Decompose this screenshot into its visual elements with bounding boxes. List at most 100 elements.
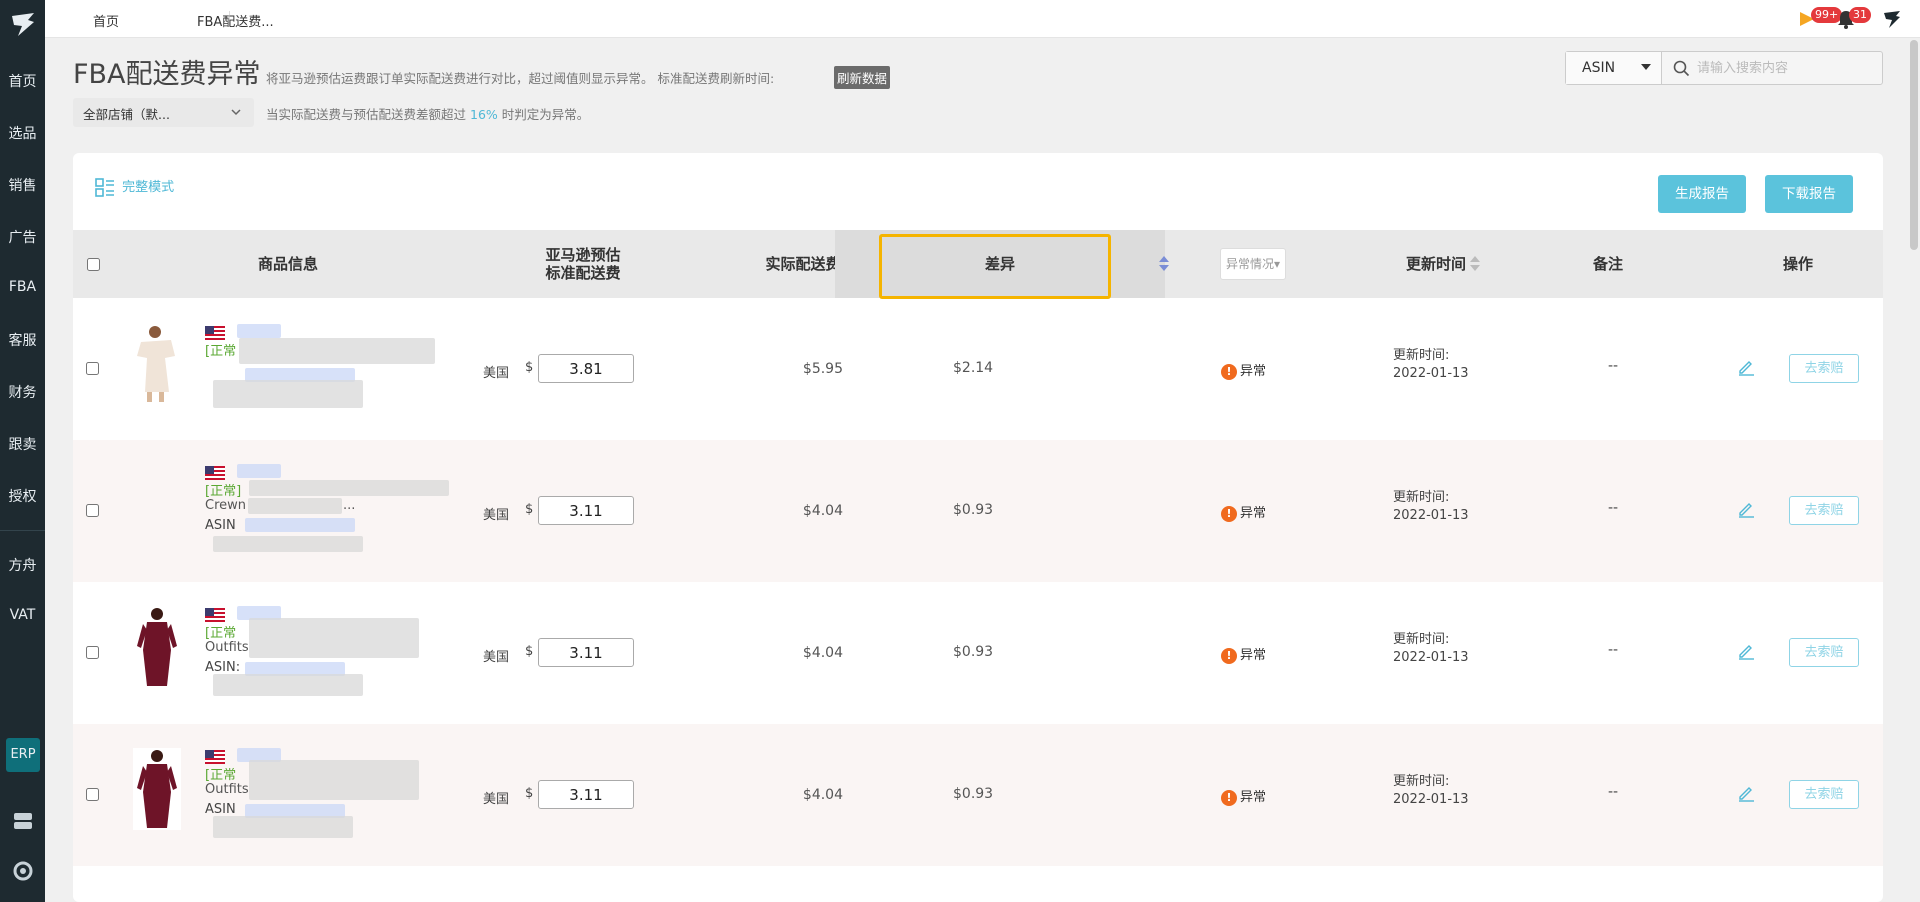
estimated-fee-input[interactable] [538, 780, 634, 809]
redacted-title-2 [248, 498, 342, 514]
sidebar-item-erp[interactable]: ERP [6, 738, 40, 772]
sidebar-item-ads[interactable]: 广告 [0, 227, 45, 247]
estimated-fee-input[interactable] [538, 638, 634, 667]
chevron-down-icon [231, 109, 241, 116]
actual-fee: $4.04 [802, 787, 843, 803]
updated-label: 更新时间: [1393, 774, 1450, 789]
estimated-fee-input[interactable] [538, 496, 634, 525]
page-title: FBA配送费异常 [73, 59, 261, 90]
listing-status: [正常 [205, 768, 237, 783]
note-value: -- [1608, 784, 1619, 800]
search-input[interactable] [1663, 52, 1882, 84]
top-bar: 首页 FBA配送费... 99+ 31 [45, 0, 1920, 38]
edit-icon[interactable] [1737, 500, 1755, 518]
sort-diff-icon[interactable] [1159, 256, 1169, 272]
generate-report-button[interactable]: 生成报告 [1658, 175, 1746, 213]
sidebar-item-auth[interactable]: 授权 [0, 486, 45, 506]
th-action: 操作 [1782, 255, 1813, 273]
search-type-select[interactable]: ASIN [1566, 52, 1662, 84]
country-label: 美国 [483, 650, 510, 665]
row-checkbox[interactable] [86, 788, 99, 801]
sidebar-item-home[interactable]: 首页 [0, 71, 45, 91]
status-filter-label: 异常情况 [1225, 257, 1274, 271]
listing-status: [正常 [205, 626, 237, 641]
sidebar-divider [0, 530, 45, 531]
breadcrumb-home[interactable]: 首页 [93, 11, 119, 30]
th-estimated-fee: 亚马逊预估 标准配送费 [503, 230, 663, 298]
edit-icon[interactable] [1737, 358, 1755, 376]
fee-diff: $0.93 [953, 786, 994, 802]
redacted-asin [245, 518, 355, 532]
updated-label: 更新时间: [1393, 348, 1450, 363]
redacted-meta [213, 536, 363, 552]
sort-updated-icon[interactable] [1470, 256, 1480, 272]
redacted-sku [237, 464, 281, 478]
full-mode-toggle[interactable]: 完整模式 [95, 176, 174, 198]
fee-diff: $0.93 [953, 644, 994, 660]
currency-symbol: $ [525, 360, 534, 375]
updated-date: 2022-01-13 [1393, 792, 1469, 807]
edit-icon[interactable] [1737, 784, 1755, 802]
search-type-value: ASIN [1582, 60, 1616, 76]
sidebar-item-ark[interactable]: 方舟 [0, 555, 45, 575]
estimated-fee-input[interactable] [538, 354, 634, 383]
user-avatar-icon[interactable] [1881, 8, 1903, 30]
sidebar-item-fba[interactable]: FBA [0, 279, 45, 295]
th-diff[interactable]: 差异 [835, 230, 1169, 298]
note-value: -- [1608, 500, 1619, 516]
edit-icon[interactable] [1737, 642, 1755, 660]
sidebar-item-finance[interactable]: 财务 [0, 382, 45, 402]
note-value: -- [1608, 358, 1619, 374]
table-row: [正常 Outfits ASIN: 美国 $ $4.04 $0.93 !异常 更… [73, 582, 1883, 724]
select-all-checkbox[interactable] [86, 257, 100, 271]
listing-status: [正常 [205, 344, 237, 359]
sidebar-item-service[interactable]: 客服 [0, 330, 45, 350]
note-value: -- [1608, 642, 1619, 658]
sidebar-item-sales[interactable]: 销售 [0, 175, 45, 195]
abnormal-label: 异常 [1240, 790, 1267, 805]
th-updated-label: 更新时间 [1405, 255, 1466, 273]
refresh-data-button[interactable]: 刷新数据 [834, 66, 891, 89]
asin-label: ASIN [205, 518, 236, 533]
row-checkbox[interactable] [86, 362, 99, 375]
us-flag-icon [205, 608, 225, 622]
product-thumbnail[interactable] [133, 606, 181, 688]
product-thumbnail[interactable] [133, 322, 181, 404]
app-logo-icon[interactable] [8, 10, 38, 40]
updated-date: 2022-01-13 [1393, 508, 1469, 523]
claim-button[interactable]: 去索赔 [1789, 638, 1859, 667]
sidebar-item-follow[interactable]: 跟卖 [0, 434, 45, 454]
store-select[interactable]: 全部店铺（默... [73, 98, 254, 127]
fee-diff: $0.93 [953, 502, 994, 518]
breadcrumb-current[interactable]: FBA配送费... [197, 11, 274, 30]
download-report-button[interactable]: 下载报告 [1765, 175, 1853, 213]
fee-diff: $2.14 [953, 360, 994, 376]
claim-button[interactable]: 去索赔 [1789, 780, 1859, 809]
redacted-title [249, 760, 419, 800]
th-status: 异常情况▾ [1203, 230, 1303, 298]
actual-fee: $5.95 [802, 361, 843, 377]
abnormal-label: 异常 [1240, 648, 1267, 663]
product-title-ellipsis: ... [343, 498, 356, 513]
actual-fee: $4.04 [802, 645, 843, 661]
threshold-prefix: 当实际配送费与预估配送费差额超过 [266, 107, 467, 122]
bell-notification[interactable]: 31 [1835, 7, 1871, 30]
page-scrollbar[interactable] [1910, 40, 1918, 250]
country-label: 美国 [483, 508, 510, 523]
row-checkbox[interactable] [86, 504, 99, 517]
th-updated[interactable]: 更新时间 [1373, 230, 1513, 298]
claim-button[interactable]: 去索赔 [1789, 354, 1859, 383]
sidebar-item-vat[interactable]: VAT [0, 607, 45, 623]
status-filter-select[interactable]: 异常情况▾ [1219, 248, 1287, 280]
support-icon[interactable] [12, 860, 34, 882]
th-estimated-line1: 亚马逊预估 [545, 246, 621, 264]
updated-date: 2022-01-13 [1393, 650, 1469, 665]
flag-notification[interactable]: 99+ [1795, 7, 1843, 30]
country-label: 美国 [483, 366, 510, 381]
th-estimated-line2: 标准配送费 [545, 264, 621, 282]
claim-button[interactable]: 去索赔 [1789, 496, 1859, 525]
storage-icon[interactable] [12, 810, 34, 832]
product-thumbnail[interactable] [133, 748, 181, 830]
sidebar-item-selection[interactable]: 选品 [0, 123, 45, 143]
row-checkbox[interactable] [86, 646, 99, 659]
